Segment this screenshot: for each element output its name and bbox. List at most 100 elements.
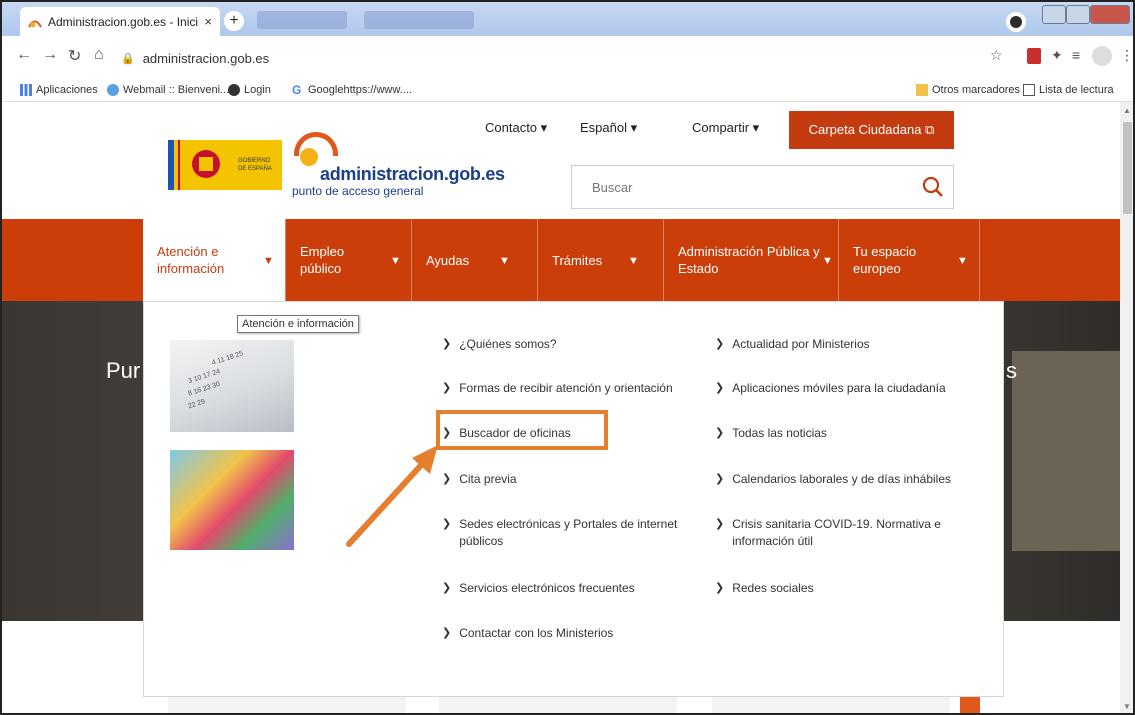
chevron-right-icon: ❯ [715,518,725,530]
share-menu[interactable]: Compartir ▾ [692,120,759,136]
menu-kebab-icon[interactable]: ⋮ [1120,47,1133,64]
link-servicios-electronicos[interactable]: ❯ Servicios electrónicos frecuentes [442,580,702,597]
scroll-down-icon[interactable]: ▼ [1123,702,1131,711]
mega-menu-atencion: 3 10 17 24 8 16 23 30 22 29 4 11 18 25 ❯… [143,301,1004,697]
search-icon[interactable] [913,176,953,198]
blurred-tab[interactable] [257,11,347,29]
nav-item-atencion[interactable]: Atención e información ▼ [143,219,285,301]
hero-title-right: s [1006,358,1017,383]
reading-list[interactable]: Lista de lectura [1023,84,1114,96]
account-avatar-icon[interactable] [1092,46,1112,66]
nav-item-ayudas[interactable]: Ayudas ▼ [411,219,537,301]
browser-toolbar: ← → ↻ ⌂ 🔒 administracion.gob.es ☆ ✦ ≡ ⋮ [2,36,1133,80]
extensions-puzzle-icon[interactable]: ✦ [1051,47,1063,64]
language-selector[interactable]: Español ▾ [580,120,637,136]
bookmark-webmail[interactable]: Webmail :: Bienveni... [107,84,229,96]
link-crisis-sanitaria[interactable]: ❯ Crisis sanitaria COVID-19. Normativa e … [715,516,955,550]
link-formas-atencion[interactable]: ❯ Formas de recibir atención y orientació… [442,380,722,397]
blurred-tab[interactable] [364,11,474,29]
other-bookmarks[interactable]: Otros marcadores [916,84,1020,96]
maximize-icon[interactable] [1066,5,1090,24]
reading-list-icon [1023,84,1035,96]
chevron-down-icon: ▼ [822,255,833,267]
hero-title-left: Pur [106,358,141,383]
link-actualidad-ministerios[interactable]: ❯ Actualidad por Ministerios [715,336,985,353]
chevron-right-icon: ❯ [442,582,452,594]
link-sedes-electronicas[interactable]: ❯ Sedes electrónicas y Portales de intern… [442,516,682,550]
nav-item-espacio-europeo[interactable]: Tu espacio europeo ▼ [838,219,980,301]
link-calendarios-laborales[interactable]: ❯ Calendarios laborales y de días inhábil… [715,471,995,488]
link-todas-noticias[interactable]: ❯ Todas las noticias [715,425,985,442]
bookmark-apps[interactable]: Aplicaciones [20,84,98,96]
bookmark-star-icon[interactable]: ☆ [990,47,1003,64]
site-name: administracion.gob.es [320,164,505,184]
chevron-right-icon: ❯ [442,473,452,485]
search-box [571,165,954,209]
chevron-down-icon: ▼ [390,255,401,267]
chevron-right-icon: ❯ [442,382,452,394]
nav-item-tramites[interactable]: Trámites ▼ [537,219,663,301]
svg-text:GOBIERNO: GOBIERNO [238,158,271,164]
google-icon: G [292,83,302,97]
chevron-right-icon: ❯ [715,382,725,394]
svg-text:22 29: 22 29 [187,398,206,410]
media-queue-icon[interactable]: ≡ [1072,47,1080,63]
web-page: Contacto ▾ Español ▾ Compartir ▾ Carpeta… [2,102,1120,713]
chevron-down-icon: ▼ [263,255,274,267]
nav-item-empleo[interactable]: Empleo público ▼ [285,219,411,301]
profile-icon[interactable] [1006,12,1026,32]
scroll-up-icon[interactable]: ▲ [1123,106,1131,115]
chevron-right-icon: ❯ [715,582,725,594]
forward-icon[interactable]: → [42,46,58,64]
pdf-extension-icon[interactable] [1027,48,1041,64]
browser-tab[interactable]: Administracion.gob.es - Inicio × [20,7,220,36]
site-favicon-icon [28,20,42,28]
calendar-image: 3 10 17 24 8 16 23 30 22 29 4 11 18 25 [170,340,294,432]
link-cita-previa[interactable]: ❯ Cita previa [442,471,702,488]
home-icon[interactable]: ⌂ [94,46,104,64]
nav-item-administracion[interactable]: Administración Pública y Estado ▼ [663,219,838,301]
close-tab-icon[interactable]: × [204,14,212,29]
close-window-icon[interactable] [1090,5,1130,24]
login-icon [228,84,240,96]
tab-title: Administracion.gob.es - Inicio [48,14,199,29]
search-input[interactable] [572,179,913,195]
link-quienes-somos[interactable]: ❯ ¿Quiénes somos? [442,336,702,353]
tab-strip: Administracion.gob.es - Inicio × + [2,2,1133,36]
annotation-highlight-box [436,410,608,450]
hero-image [1012,351,1120,551]
carpeta-ciudadana-button[interactable]: Carpeta Ciudadana ⧉ [789,111,954,149]
calendar-grid-icon: 3 10 17 24 8 16 23 30 22 29 4 11 18 25 [187,350,244,410]
link-contactar-ministerios[interactable]: ❯ Contactar con los Ministerios [442,625,702,642]
link-redes-sociales[interactable]: ❯ Redes sociales [715,580,985,597]
chevron-down-icon: ▼ [957,255,968,267]
chevron-right-icon: ❯ [715,473,725,485]
svg-text:DE ESPAÑA: DE ESPAÑA [238,165,272,172]
back-icon[interactable]: ← [16,46,32,64]
page-scrollbar[interactable]: ▲ ▼ [1120,102,1133,713]
scrollbar-thumb[interactable] [1123,122,1132,214]
main-navigation: Atención e información ▼ Empleo público ▼ … [2,219,1120,301]
folder-icon [916,84,928,96]
webmail-icon [107,84,119,96]
link-aplicaciones-moviles[interactable]: ❯ Aplicaciones móviles para la ciudadanía [715,380,985,397]
bookmark-google[interactable]: G Googlehttps://www.... [292,84,412,96]
new-tab-button[interactable]: + [224,11,244,31]
chevron-right-icon: ❯ [715,338,725,350]
address-bar[interactable]: 🔒 administracion.gob.es [121,43,981,73]
apps-grid-icon [20,84,32,96]
browser-window: Administracion.gob.es - Inicio × + ← → ↻… [0,0,1135,715]
gobierno-espana-logo[interactable]: GOBIERNO DE ESPAÑA [168,140,282,190]
nav-tooltip: Atención e información [237,315,359,333]
site-tagline: punto de acceso general [292,184,424,198]
chevron-right-icon: ❯ [442,518,452,530]
reload-icon[interactable]: ↻ [68,46,81,66]
minimize-icon[interactable] [1042,5,1066,24]
site-logo[interactable]: administracion.gob.es punto de acceso ge… [292,130,505,198]
chevron-right-icon: ❯ [442,627,452,639]
bookmarks-bar: Aplicaciones Webmail :: Bienveni... Logi… [2,80,1133,102]
chevron-right-icon: ❯ [442,338,452,350]
bookmark-login[interactable]: Login [228,84,271,96]
chevron-right-icon: ❯ [715,427,725,439]
site-header: Contacto ▾ Español ▾ Compartir ▾ Carpeta… [2,102,1120,219]
